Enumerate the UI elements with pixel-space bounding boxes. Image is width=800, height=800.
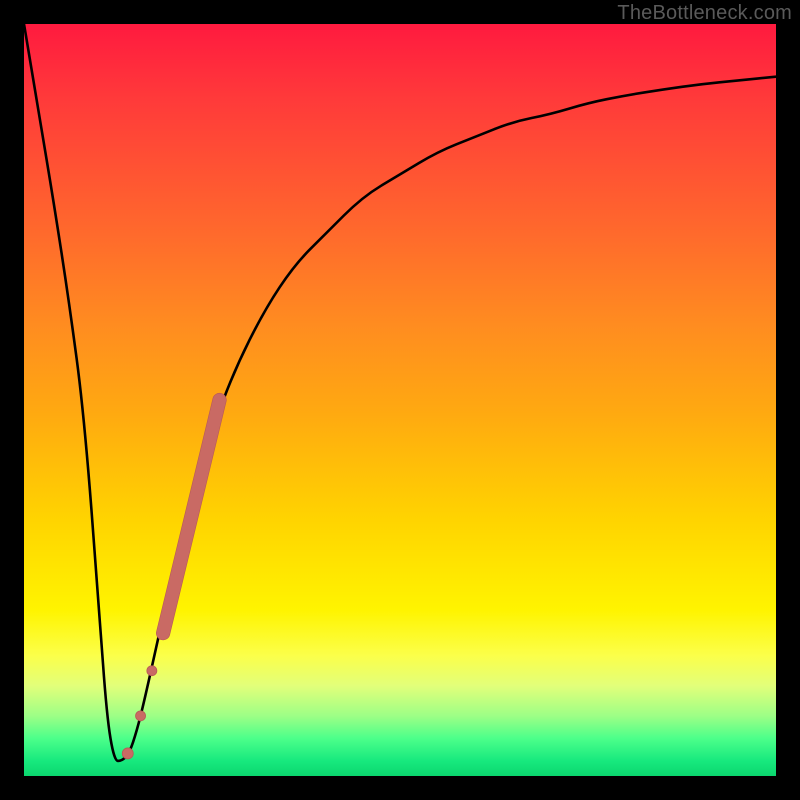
chart-frame: TheBottleneck.com <box>0 0 800 800</box>
curve-layer <box>24 24 776 776</box>
bottleneck-curve-path <box>24 24 776 761</box>
marker-dot-1 <box>147 666 157 676</box>
marker-group <box>122 400 219 759</box>
marker-dot-3 <box>122 748 133 759</box>
watermark-text: TheBottleneck.com <box>617 2 792 25</box>
plot-area <box>24 24 776 776</box>
bottleneck-curve <box>24 24 776 761</box>
marker-segment <box>163 400 219 633</box>
marker-dot-2 <box>136 711 146 721</box>
